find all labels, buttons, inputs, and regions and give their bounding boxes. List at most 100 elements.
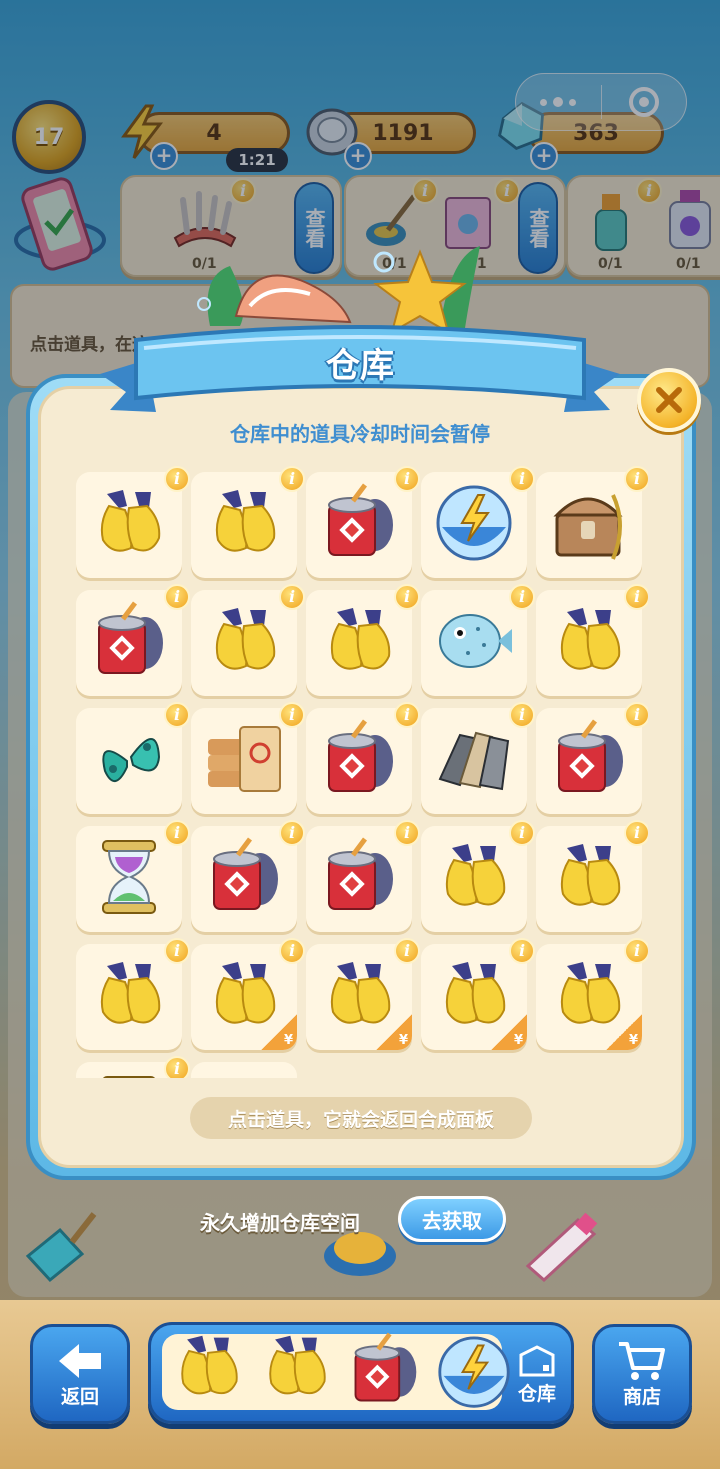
gloves-icon	[89, 486, 169, 564]
warehouse-title: 仓库	[326, 346, 394, 386]
paid-slot-badge: ¥	[261, 1014, 297, 1050]
cement-bags-icon	[202, 717, 286, 805]
pufferfish-icon	[432, 599, 516, 687]
item-info-icon[interactable]: i	[164, 1056, 190, 1078]
yen-icon: ¥	[628, 1033, 638, 1048]
item-info-icon[interactable]: i	[509, 702, 535, 728]
item-info-icon[interactable]: i	[164, 584, 190, 610]
gloves-icon	[204, 604, 284, 682]
item-info-icon[interactable]: i	[164, 938, 190, 964]
warehouse-slot[interactable]: i ¥	[191, 938, 305, 1050]
item-info-icon[interactable]: i	[164, 466, 190, 492]
item-info-icon[interactable]: i	[279, 938, 305, 964]
shop-label: 商店	[622, 1385, 661, 1408]
warehouse-slot[interactable]: i	[421, 820, 535, 932]
treasure-chest-icon	[547, 481, 631, 569]
paint-bucket-icon	[319, 719, 399, 803]
item-info-icon[interactable]: i	[279, 466, 305, 492]
item-info-icon[interactable]: i	[394, 938, 420, 964]
item-info-icon[interactable]: i	[279, 702, 305, 728]
item-info-icon[interactable]: i	[394, 702, 420, 728]
item-info-icon[interactable]: i	[624, 584, 648, 610]
box-icon	[519, 1344, 555, 1376]
warehouse-slot[interactable]: i	[536, 820, 648, 932]
item-tray-inner	[162, 1332, 510, 1412]
yen-icon: ¥	[513, 1033, 523, 1048]
warehouse-slot[interactable]: i	[76, 466, 190, 578]
warehouse-slot[interactable]: i	[191, 820, 305, 932]
item-info-icon[interactable]: i	[394, 466, 420, 492]
back-label: 返回	[60, 1385, 99, 1408]
warehouse-nav-button[interactable]: 仓库	[508, 1336, 566, 1412]
get-storage-button[interactable]: 去获取	[398, 1196, 506, 1242]
warehouse-slot[interactable]: i	[191, 702, 305, 814]
warehouse-slot[interactable]: i ¥	[536, 938, 648, 1050]
item-info-icon[interactable]: i	[279, 584, 305, 610]
warehouse-slot[interactable]: i	[306, 820, 420, 932]
item-info-icon[interactable]: i	[164, 702, 190, 728]
paint-bucket-icon	[89, 601, 169, 685]
warehouse-slot[interactable]: i	[76, 820, 190, 932]
hourglass-icon	[87, 835, 171, 923]
warehouse-slot[interactable]: i	[76, 584, 190, 696]
dustpan-icon	[20, 1206, 100, 1286]
tray-item-gloves-icon[interactable]	[258, 1332, 334, 1406]
gloves-icon	[434, 840, 514, 918]
warehouse-nav-label: 仓库	[517, 1382, 556, 1405]
paint-bucket-icon	[204, 837, 284, 921]
tray-item-energy-bowl-icon[interactable]	[434, 1332, 514, 1416]
shop-button[interactable]: 商店	[592, 1324, 692, 1424]
paid-slot-badge: ¥	[491, 1014, 527, 1050]
paid-slot-badge: ¥	[606, 1014, 642, 1050]
warehouse-slot[interactable]: i	[306, 466, 420, 578]
item-info-icon[interactable]: i	[394, 584, 420, 610]
item-info-icon[interactable]: i	[164, 820, 190, 846]
tray-item-paint-bucket-icon[interactable]	[346, 1332, 422, 1412]
item-info-icon[interactable]: i	[624, 938, 648, 964]
expand-storage-text: 永久增加仓库空间	[200, 1211, 360, 1235]
item-info-icon[interactable]: i	[509, 584, 535, 610]
gloves-icon	[319, 604, 399, 682]
warehouse-slot[interactable]: i	[421, 584, 535, 696]
yen-icon: ¥	[283, 1033, 293, 1048]
close-icon	[656, 387, 682, 413]
gloves-icon	[549, 604, 629, 682]
warehouse-slot[interactable]: i	[191, 466, 305, 578]
close-button[interactable]	[637, 368, 701, 432]
tray-item-gloves-icon[interactable]	[170, 1332, 246, 1406]
warehouse-slot[interactable]: i ¥	[306, 938, 420, 1050]
warehouse-slot[interactable]: i	[536, 584, 648, 696]
item-info-icon[interactable]: i	[279, 820, 305, 846]
back-button[interactable]: 返回	[30, 1324, 130, 1424]
warehouse-slot[interactable]: i	[536, 702, 648, 814]
warehouse-slot[interactable]: i	[76, 938, 190, 1050]
warehouse-slot[interactable]: i	[421, 466, 535, 578]
warehouse-slot[interactable]: i	[306, 584, 420, 696]
warehouse-slot[interactable]	[191, 1062, 297, 1078]
warehouse-slot[interactable]: i	[306, 702, 420, 814]
back-arrow-icon	[59, 1343, 101, 1378]
paint-bucket-icon	[319, 837, 399, 921]
item-info-icon[interactable]: i	[509, 820, 535, 846]
warehouse-slot[interactable]: i	[76, 1056, 190, 1078]
item-info-icon[interactable]: i	[624, 702, 648, 728]
toothpaste-icon	[522, 1210, 602, 1283]
tiles-icon	[432, 717, 516, 805]
warehouse-slot[interactable]: i	[76, 702, 190, 814]
warehouse-slot[interactable]: i	[421, 702, 535, 814]
warehouse-grid: i i i i i i i i i i i i i i i i i i i i i i ¥ i ¥ i ¥ i ¥ i	[72, 466, 648, 1078]
item-info-icon[interactable]: i	[509, 466, 535, 492]
gloves-icon	[204, 486, 284, 564]
paid-slot-badge: ¥	[376, 1014, 412, 1050]
warehouse-slot[interactable]: i	[536, 466, 648, 578]
item-info-icon[interactable]: i	[509, 938, 535, 964]
paint-bucket-icon	[319, 483, 399, 567]
item-info-icon[interactable]: i	[624, 820, 648, 846]
butterfly-wings-icon	[87, 717, 171, 805]
gloves-icon	[89, 958, 169, 1036]
warehouse-slot[interactable]: i ¥	[421, 938, 535, 1050]
warehouse-tip: 点击道具，它就会返回合成面板	[190, 1097, 532, 1139]
item-info-icon[interactable]: i	[624, 466, 648, 492]
warehouse-slot[interactable]: i	[191, 584, 305, 696]
item-info-icon[interactable]: i	[394, 820, 420, 846]
